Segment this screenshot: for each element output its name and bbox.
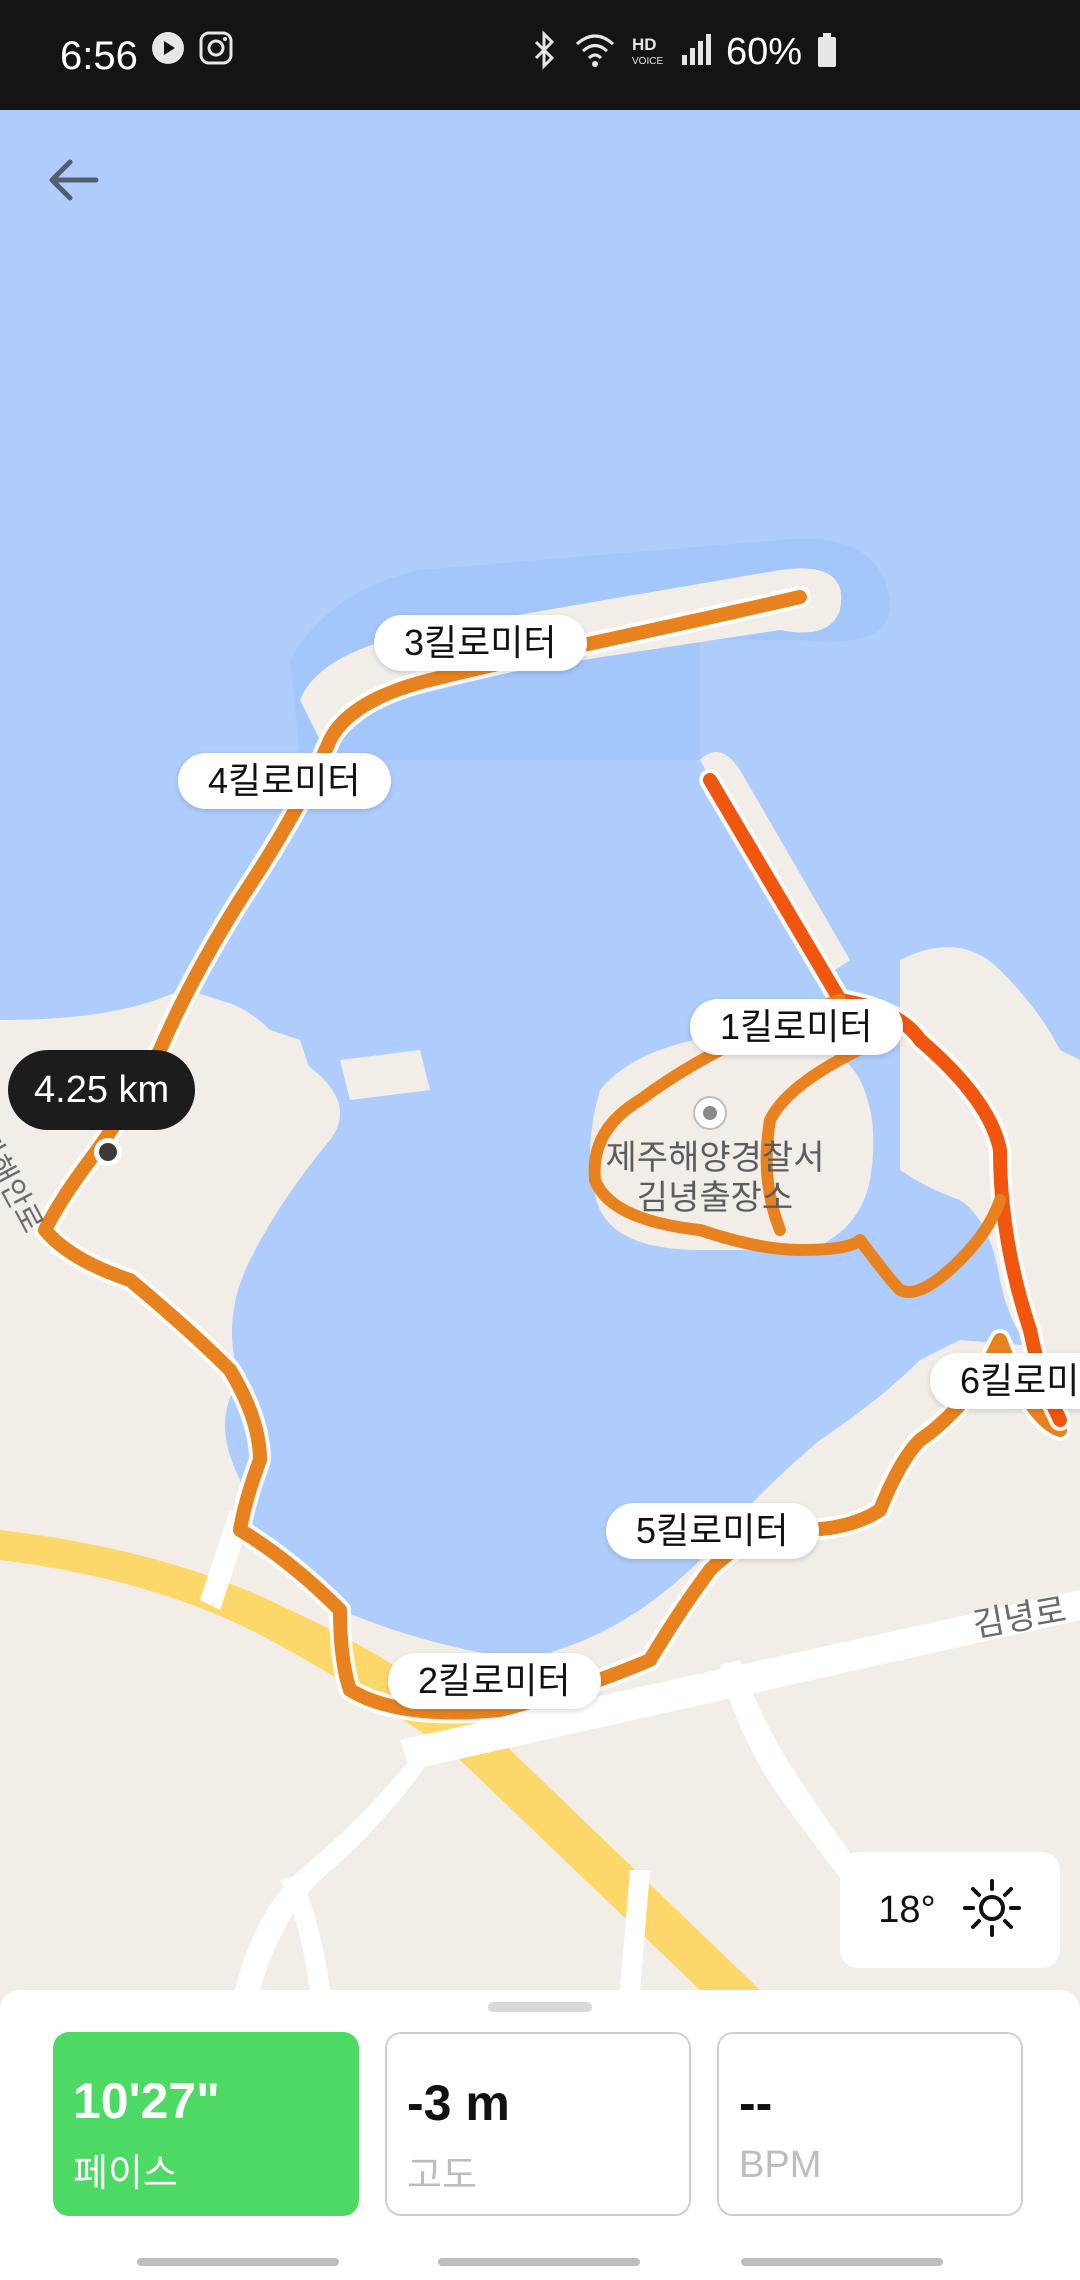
altitude-label: 고도 [407,2155,477,2197]
km-marker-3: 3킬로미터 [374,615,587,671]
weather-temperature: 18° [878,1888,936,1931]
km-marker-label: 2킬로미터 [418,1660,571,1701]
sun-icon [962,1878,1022,1943]
bluetooth-icon [530,30,560,75]
heart-rate-card[interactable]: -- BPM [717,2032,1023,2216]
signal-icon [680,33,712,72]
nav-home-button[interactable] [438,2258,640,2266]
stats-panel[interactable]: 10'27" 페이스 -3 m 고도 -- BPM [0,1990,1080,2280]
km-marker-1: 1킬로미터 [690,999,903,1055]
nav-back-button[interactable] [741,2258,943,2266]
wifi-icon [574,32,616,73]
km-marker-6: 6킬로미터 [930,1353,1080,1409]
pace-card[interactable]: 10'27" 페이스 [53,2032,359,2216]
hd-voice-icon: HD VOICE [630,32,666,73]
km-marker-4: 4킬로미터 [178,753,391,809]
pace-value: 10'27" [73,2073,220,2129]
status-bar: 6:56 HD VOICE 60% [0,0,1080,110]
route-map[interactable]: 3킬로미터 4킬로미터 1킬로미터 6킬로미터 5킬로미터 2킬로미터 제주해양… [0,110,1080,1990]
status-time: 6:56 [60,34,138,78]
system-nav-bar [0,2250,1080,2280]
pace-label: 페이스 [73,2153,178,2195]
current-distance: 4.25 km [34,1069,170,1111]
arrow-left-icon [49,159,99,201]
altitude-value: -3 m [407,2075,510,2131]
back-button[interactable] [44,150,104,210]
nav-recents-button[interactable] [137,2258,339,2266]
weather-card: 18° [840,1852,1060,1968]
altitude-card[interactable]: -3 m 고도 [385,2032,691,2216]
heart-rate-label: BPM [739,2144,822,2186]
drag-handle[interactable] [488,2002,592,2012]
km-marker-5: 5킬로미터 [606,1503,819,1559]
battery-icon [816,32,838,73]
battery-percent: 60% [726,31,803,73]
play-store-notification-icon [150,30,186,71]
km-marker-label: 1킬로미터 [720,1006,873,1047]
svg-text:VOICE: VOICE [632,56,663,67]
km-marker-label: 3킬로미터 [404,622,557,663]
km-marker-label: 5킬로미터 [636,1510,789,1551]
status-indicators: HD VOICE 60% [530,30,838,75]
svg-text:HD: HD [632,35,657,54]
place-label: 제주해양경찰서 김녕출장소 [605,1139,825,1217]
current-distance-badge: 4.25 km [8,1050,196,1130]
km-marker-2: 2킬로미터 [388,1653,601,1709]
km-marker-label: 4킬로미터 [208,760,361,801]
km-marker-label: 6킬로미터 [960,1360,1080,1401]
heart-rate-value: -- [739,2075,773,2131]
instagram-notification-icon [198,30,234,71]
